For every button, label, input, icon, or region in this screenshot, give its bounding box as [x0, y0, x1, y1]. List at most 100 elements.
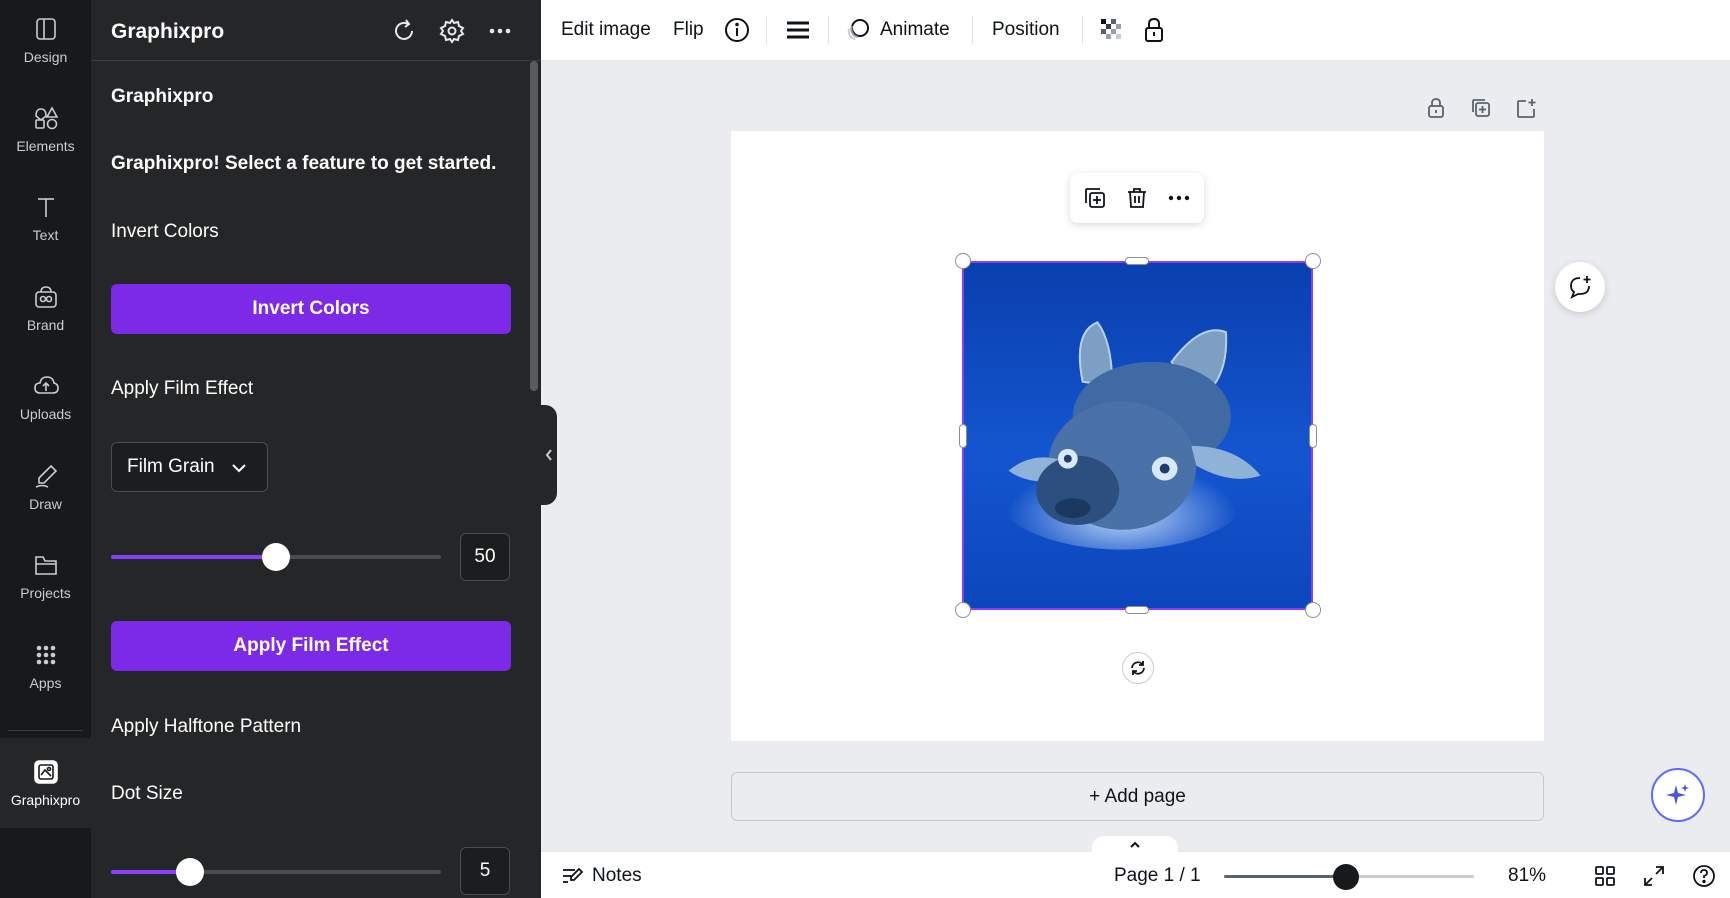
inverted-dog-photo [964, 263, 1311, 608]
notes-icon [563, 867, 584, 883]
info-button[interactable] [722, 15, 752, 45]
apply-film-effect-button[interactable]: Apply Film Effect [111, 621, 511, 671]
chevron-up-icon [1130, 841, 1140, 848]
rail-item-uploads[interactable]: Uploads [0, 357, 91, 437]
zoom-handle[interactable] [1332, 864, 1359, 890]
rail-item-draw[interactable]: Draw [0, 447, 91, 527]
rail-divider [8, 730, 83, 731]
duplicate-icon [1085, 188, 1105, 208]
collapse-panel-button[interactable] [541, 405, 557, 505]
selected-image[interactable] [962, 261, 1313, 610]
rail-item-elements[interactable]: Elements [0, 89, 91, 169]
notes-icon-wrap[interactable] [558, 862, 586, 890]
uploads-icon [33, 376, 59, 394]
elements-icon [34, 106, 58, 130]
rail-item-label: Brand [26, 317, 65, 333]
more-icon [489, 28, 511, 34]
bottom-bar: Notes Page 1 / 1 81% [541, 836, 1730, 898]
chevron-left-icon [545, 449, 552, 461]
rotate-handle[interactable] [1122, 652, 1154, 684]
zoom-level[interactable]: 81% [1508, 865, 1546, 887]
expand-pages-button[interactable] [1092, 836, 1178, 854]
rail-item-design[interactable]: Design [0, 0, 91, 80]
toolbar-divider [1082, 16, 1083, 44]
resize-handle-bottom-left[interactable] [955, 602, 971, 618]
graphixpro-panel: Graphixpro Graphixpro Graphixpro! Select… [91, 0, 541, 898]
film-type-select[interactable]: Film Grain [111, 442, 268, 492]
more-icon [1168, 195, 1190, 201]
resize-handle-top-right[interactable] [1305, 253, 1321, 269]
settings-button[interactable] [438, 17, 466, 45]
element-more-button[interactable] [1166, 185, 1192, 211]
rotate-icon [1131, 661, 1145, 675]
add-comment-button[interactable] [1555, 262, 1605, 312]
animate-button[interactable]: Animate [880, 19, 950, 41]
text-icon [37, 198, 54, 217]
comment-add-icon [1570, 276, 1591, 299]
position-button[interactable]: Position [992, 19, 1060, 41]
resize-handle-left[interactable] [959, 424, 967, 448]
notes-button[interactable]: Notes [592, 865, 642, 887]
rail-item-text[interactable]: Text [0, 178, 91, 258]
magic-assistant-button[interactable] [1651, 768, 1705, 822]
rail-item-label: Elements [16, 138, 75, 154]
rail-item-label: Design [23, 49, 68, 65]
sparkle-icon [1666, 784, 1689, 805]
dot-size-value[interactable]: 5 [460, 847, 510, 895]
rail-item-projects[interactable]: Projects [0, 536, 91, 616]
resize-handle-right[interactable] [1309, 424, 1317, 448]
border-style-icon [787, 21, 809, 39]
panel-subtitle: Graphixpro [111, 86, 214, 107]
resize-handle-bottom-right[interactable] [1305, 602, 1321, 618]
border-style-button[interactable] [783, 15, 813, 45]
transparency-icon [1101, 19, 1121, 39]
flip-button[interactable]: Flip [673, 19, 704, 41]
help-button[interactable] [1690, 862, 1718, 890]
more-options-button[interactable] [486, 17, 514, 45]
draw-icon [35, 464, 57, 488]
lock-page-button[interactable] [1422, 94, 1450, 122]
page-indicator[interactable]: Page 1 / 1 [1114, 865, 1201, 887]
duplicate-page-button[interactable] [1467, 94, 1495, 122]
zoom-fill [1224, 875, 1346, 878]
invert-heading: Invert Colors [111, 221, 219, 242]
dot-size-label: Dot Size [111, 783, 183, 804]
transparency-button[interactable] [1097, 15, 1127, 45]
graphixpro-icon [33, 760, 58, 784]
panel-scrollbar[interactable] [530, 61, 538, 391]
add-page-button[interactable]: + Add page [731, 772, 1544, 821]
slider-handle[interactable] [262, 543, 290, 571]
film-intensity-slider[interactable] [111, 543, 441, 571]
rail-item-label: Projects [20, 585, 71, 601]
animate-icon-wrap[interactable] [843, 15, 873, 45]
refresh-button[interactable] [390, 17, 418, 45]
film-heading: Apply Film Effect [111, 378, 254, 399]
delete-element-button[interactable] [1124, 185, 1150, 211]
film-intensity-value[interactable]: 50 [460, 533, 510, 581]
resize-handle-top-left[interactable] [955, 253, 971, 269]
animate-icon [847, 19, 869, 40]
lock-button[interactable] [1139, 15, 1169, 45]
lock-icon [1428, 98, 1444, 118]
fullscreen-button[interactable] [1640, 862, 1668, 890]
add-page-top-button[interactable] [1512, 94, 1540, 122]
grid-view-button[interactable] [1591, 862, 1619, 890]
rail-item-label: Graphixpro [10, 792, 81, 808]
apps-icon [36, 645, 55, 665]
dot-size-slider[interactable] [111, 858, 441, 886]
element-floating-toolbar [1070, 173, 1204, 223]
refresh-icon [395, 19, 413, 40]
slider-handle[interactable] [176, 858, 205, 886]
rail-item-graphixpro[interactable]: Graphixpro [0, 738, 91, 828]
rail-item-brand[interactable]: Brand [0, 268, 91, 348]
grid-icon [1595, 866, 1615, 886]
rail-item-apps[interactable]: Apps [0, 626, 91, 706]
zoom-slider[interactable] [1224, 864, 1474, 890]
info-icon [725, 18, 749, 42]
duplicate-element-button[interactable] [1082, 185, 1108, 211]
resize-handle-bottom[interactable] [1125, 606, 1149, 614]
edit-image-button[interactable]: Edit image [561, 19, 651, 41]
toolbar-divider [972, 16, 973, 44]
invert-colors-button[interactable]: Invert Colors [111, 284, 511, 334]
resize-handle-top[interactable] [1125, 257, 1149, 265]
